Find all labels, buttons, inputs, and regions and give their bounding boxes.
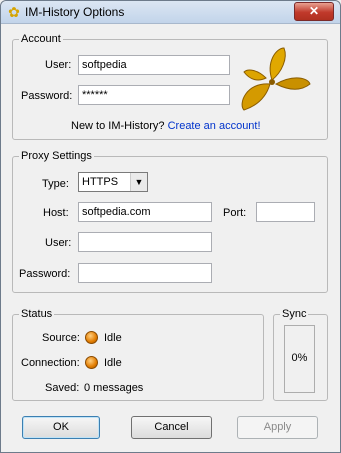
sync-percent: 0% [291, 352, 308, 364]
cancel-button[interactable]: Cancel [131, 416, 212, 439]
options-window: ✿ IM-History Options ✕ Account User: sof… [0, 0, 341, 453]
source-status-dot [85, 331, 98, 344]
signup-prompt: New to IM-History? Create an account! [71, 119, 261, 133]
title-bar[interactable]: ✿ IM-History Options ✕ [1, 1, 340, 24]
sync-progress: 0% [284, 325, 315, 393]
proxy-user-label: User: [45, 237, 72, 249]
leaf-logo-icon [241, 47, 311, 111]
close-icon: ✕ [308, 4, 320, 18]
proxy-host-label: Host: [43, 207, 69, 219]
status-saved-value: 0 messages [84, 382, 144, 394]
proxy-host-field[interactable]: softpedia.com [78, 202, 212, 222]
leaf-icon: ✿ [8, 4, 20, 20]
proxy-port-field[interactable] [256, 202, 315, 222]
status-group-title: Status [19, 307, 55, 321]
connection-status-dot [85, 356, 98, 369]
proxy-password-label: Password: [19, 268, 71, 280]
account-user-field[interactable]: softpedia [78, 55, 230, 75]
signup-prompt-text: New to IM-History? [71, 120, 165, 132]
status-connection-value: Idle [104, 357, 122, 369]
account-password-label: Password: [21, 90, 73, 102]
proxy-type-label: Type: [42, 178, 69, 190]
account-password-field[interactable]: ****** [78, 85, 230, 105]
proxy-type-select[interactable]: HTTPS ▼ [78, 172, 148, 192]
chevron-down-icon[interactable]: ▼ [130, 173, 147, 191]
sync-group: Sync 0% [273, 307, 328, 401]
status-connection-label: Connection: [21, 357, 80, 369]
proxy-type-value: HTTPS [82, 176, 119, 188]
proxy-group-title: Proxy Settings [19, 149, 94, 163]
sync-group-title: Sync [280, 307, 309, 321]
account-group-title: Account [19, 32, 63, 46]
close-button[interactable]: ✕ [294, 2, 334, 21]
window-title: IM-History Options [25, 5, 125, 19]
ok-button[interactable]: OK [22, 416, 100, 439]
proxy-port-label: Port: [223, 207, 247, 219]
status-group: Status Source: Idle Connection: Idle Sav… [12, 307, 264, 401]
proxy-user-field[interactable] [78, 232, 212, 252]
status-source-value: Idle [104, 332, 122, 344]
status-source-label: Source: [42, 332, 80, 344]
status-saved-label: Saved: [45, 382, 80, 394]
apply-button[interactable]: Apply [237, 416, 318, 439]
account-group: Account User: softpedia Password: ******… [12, 32, 328, 140]
proxy-password-field[interactable] [78, 263, 212, 283]
account-user-label: User: [45, 59, 72, 71]
create-account-link[interactable]: Create an account! [168, 120, 261, 132]
proxy-group: Proxy Settings Type: HTTPS ▼ Host: softp… [12, 149, 328, 293]
